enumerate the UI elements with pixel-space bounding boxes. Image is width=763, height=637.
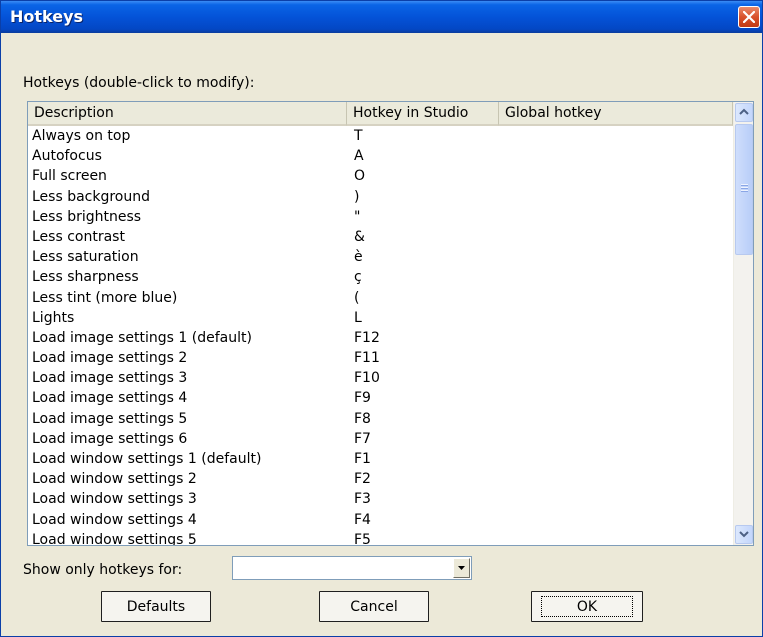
table-row[interactable]: Less sharpness ç	[28, 267, 733, 287]
row-description: Load window settings 5	[32, 531, 197, 545]
title-bar[interactable]: Hotkeys	[1, 1, 762, 33]
table-row[interactable]: Load window settings 2 F2	[28, 469, 733, 489]
scrollbar-thumb[interactable]	[735, 124, 753, 255]
filter-label: Show only hotkeys for:	[23, 562, 183, 578]
row-description: Full screen	[32, 168, 107, 185]
table-row[interactable]: Load window settings 5 F5	[28, 530, 733, 545]
row-studio-hotkey: O	[354, 168, 366, 185]
row-studio-hotkey: F3	[354, 491, 371, 508]
scroll-up-button[interactable]	[735, 103, 753, 122]
ok-button[interactable]: OK	[531, 591, 643, 622]
row-description: Load window settings 1 (default)	[32, 451, 262, 467]
table-row[interactable]: Less brightness "	[28, 207, 733, 227]
row-description: Always on top	[32, 128, 131, 144]
column-header-global-hotkey[interactable]: Global hotkey	[499, 102, 733, 126]
table-row[interactable]: Load image settings 3 F10	[28, 368, 733, 388]
chevron-down-icon	[739, 531, 749, 538]
table-row[interactable]: Less contrast &	[28, 227, 733, 247]
row-studio-hotkey: F5	[354, 531, 371, 545]
hotkeys-rows: Always on top T Autofocus A Full screen O Less…	[28, 126, 733, 545]
cancel-button[interactable]: Cancel	[319, 591, 429, 622]
row-studio-hotkey: F4	[354, 511, 371, 528]
thumb-grip	[741, 187, 748, 189]
row-description: Less brightness	[32, 208, 142, 225]
row-description: Less background	[32, 188, 151, 205]
row-studio-hotkey: F8	[354, 410, 371, 427]
table-row[interactable]: Load window settings 4 F4	[28, 510, 733, 530]
row-description: Less tint (more blue)	[32, 289, 178, 306]
table-row[interactable]: Load window settings 1 (default) F1	[28, 449, 733, 469]
row-studio-hotkey: F12	[354, 329, 380, 346]
table-row[interactable]: Load image settings 4 F9	[28, 388, 733, 408]
caret-down-icon	[458, 566, 465, 570]
row-description: Less contrast	[32, 228, 125, 245]
row-description: Load window settings 4	[32, 511, 197, 528]
row-studio-hotkey: &	[354, 228, 365, 245]
table-row[interactable]: Load image settings 5 F8	[28, 409, 733, 429]
thumb-grip	[741, 184, 748, 186]
table-row[interactable]: Less saturation è	[28, 247, 733, 267]
row-description: Load image settings 2	[32, 350, 188, 367]
row-studio-hotkey: F9	[354, 390, 371, 407]
row-studio-hotkey: A	[354, 148, 364, 165]
column-header-description[interactable]: Description	[28, 102, 347, 126]
row-description: Load window settings 3	[32, 491, 197, 508]
table-row[interactable]: Always on top T	[28, 126, 733, 146]
row-description: Load image settings 4	[32, 390, 188, 407]
table-row[interactable]: Less tint (more blue) (	[28, 288, 733, 308]
row-description: Autofocus	[32, 148, 102, 165]
thumb-grip	[741, 190, 748, 192]
scroll-down-button[interactable]	[735, 525, 753, 544]
row-description: Less saturation	[32, 249, 139, 266]
table-row[interactable]: Load image settings 1 (default) F12	[28, 328, 733, 348]
table-row[interactable]: Full screen O	[28, 166, 733, 186]
table-row[interactable]: Lights L	[28, 308, 733, 328]
hotkeys-list[interactable]: Description Hotkey in Studio Global hotk…	[27, 101, 754, 546]
chevron-up-icon	[739, 108, 749, 115]
row-description: Load image settings 3	[32, 370, 188, 387]
list-caption: Hotkeys (double-click to modify):	[23, 75, 255, 91]
row-studio-hotkey: L	[354, 309, 362, 326]
defaults-button[interactable]: Defaults	[101, 591, 211, 622]
row-studio-hotkey: F11	[354, 350, 380, 367]
table-row[interactable]: Load window settings 3 F3	[28, 489, 733, 509]
row-studio-hotkey: (	[354, 289, 360, 306]
row-studio-hotkey: )	[354, 188, 360, 205]
row-description: Load image settings 1 (default)	[32, 329, 252, 346]
row-description: Less sharpness	[32, 269, 139, 286]
row-studio-hotkey: è	[354, 249, 363, 266]
table-row[interactable]: Load image settings 6 F7	[28, 429, 733, 449]
row-studio-hotkey: F1	[354, 451, 371, 467]
table-row[interactable]: Autofocus A	[28, 146, 733, 166]
table-row[interactable]: Load image settings 2 F11	[28, 348, 733, 368]
row-description: Load image settings 5	[32, 410, 188, 427]
focus-rect	[541, 596, 633, 617]
row-studio-hotkey: F2	[354, 471, 371, 488]
window-title: Hotkeys	[10, 7, 84, 26]
row-studio-hotkey: F10	[354, 370, 380, 387]
close-icon	[743, 11, 755, 23]
vertical-scrollbar[interactable]	[733, 102, 753, 545]
dropdown-arrow-button[interactable]	[453, 558, 470, 578]
filter-dropdown[interactable]	[232, 556, 472, 580]
row-studio-hotkey: F7	[354, 430, 371, 447]
row-description: Lights	[32, 309, 75, 326]
row-studio-hotkey: ç	[354, 269, 362, 286]
row-studio-hotkey: T	[354, 128, 363, 144]
row-description: Load image settings 6	[32, 430, 188, 447]
row-studio-hotkey: "	[354, 208, 361, 225]
row-description: Load window settings 2	[32, 471, 197, 488]
table-row[interactable]: Less background)	[28, 187, 733, 207]
hotkeys-dialog: Hotkeys Hotkeys (double-click to modify)…	[0, 0, 763, 637]
column-header-studio-hotkey[interactable]: Hotkey in Studio	[347, 102, 499, 126]
close-button[interactable]	[738, 6, 760, 28]
